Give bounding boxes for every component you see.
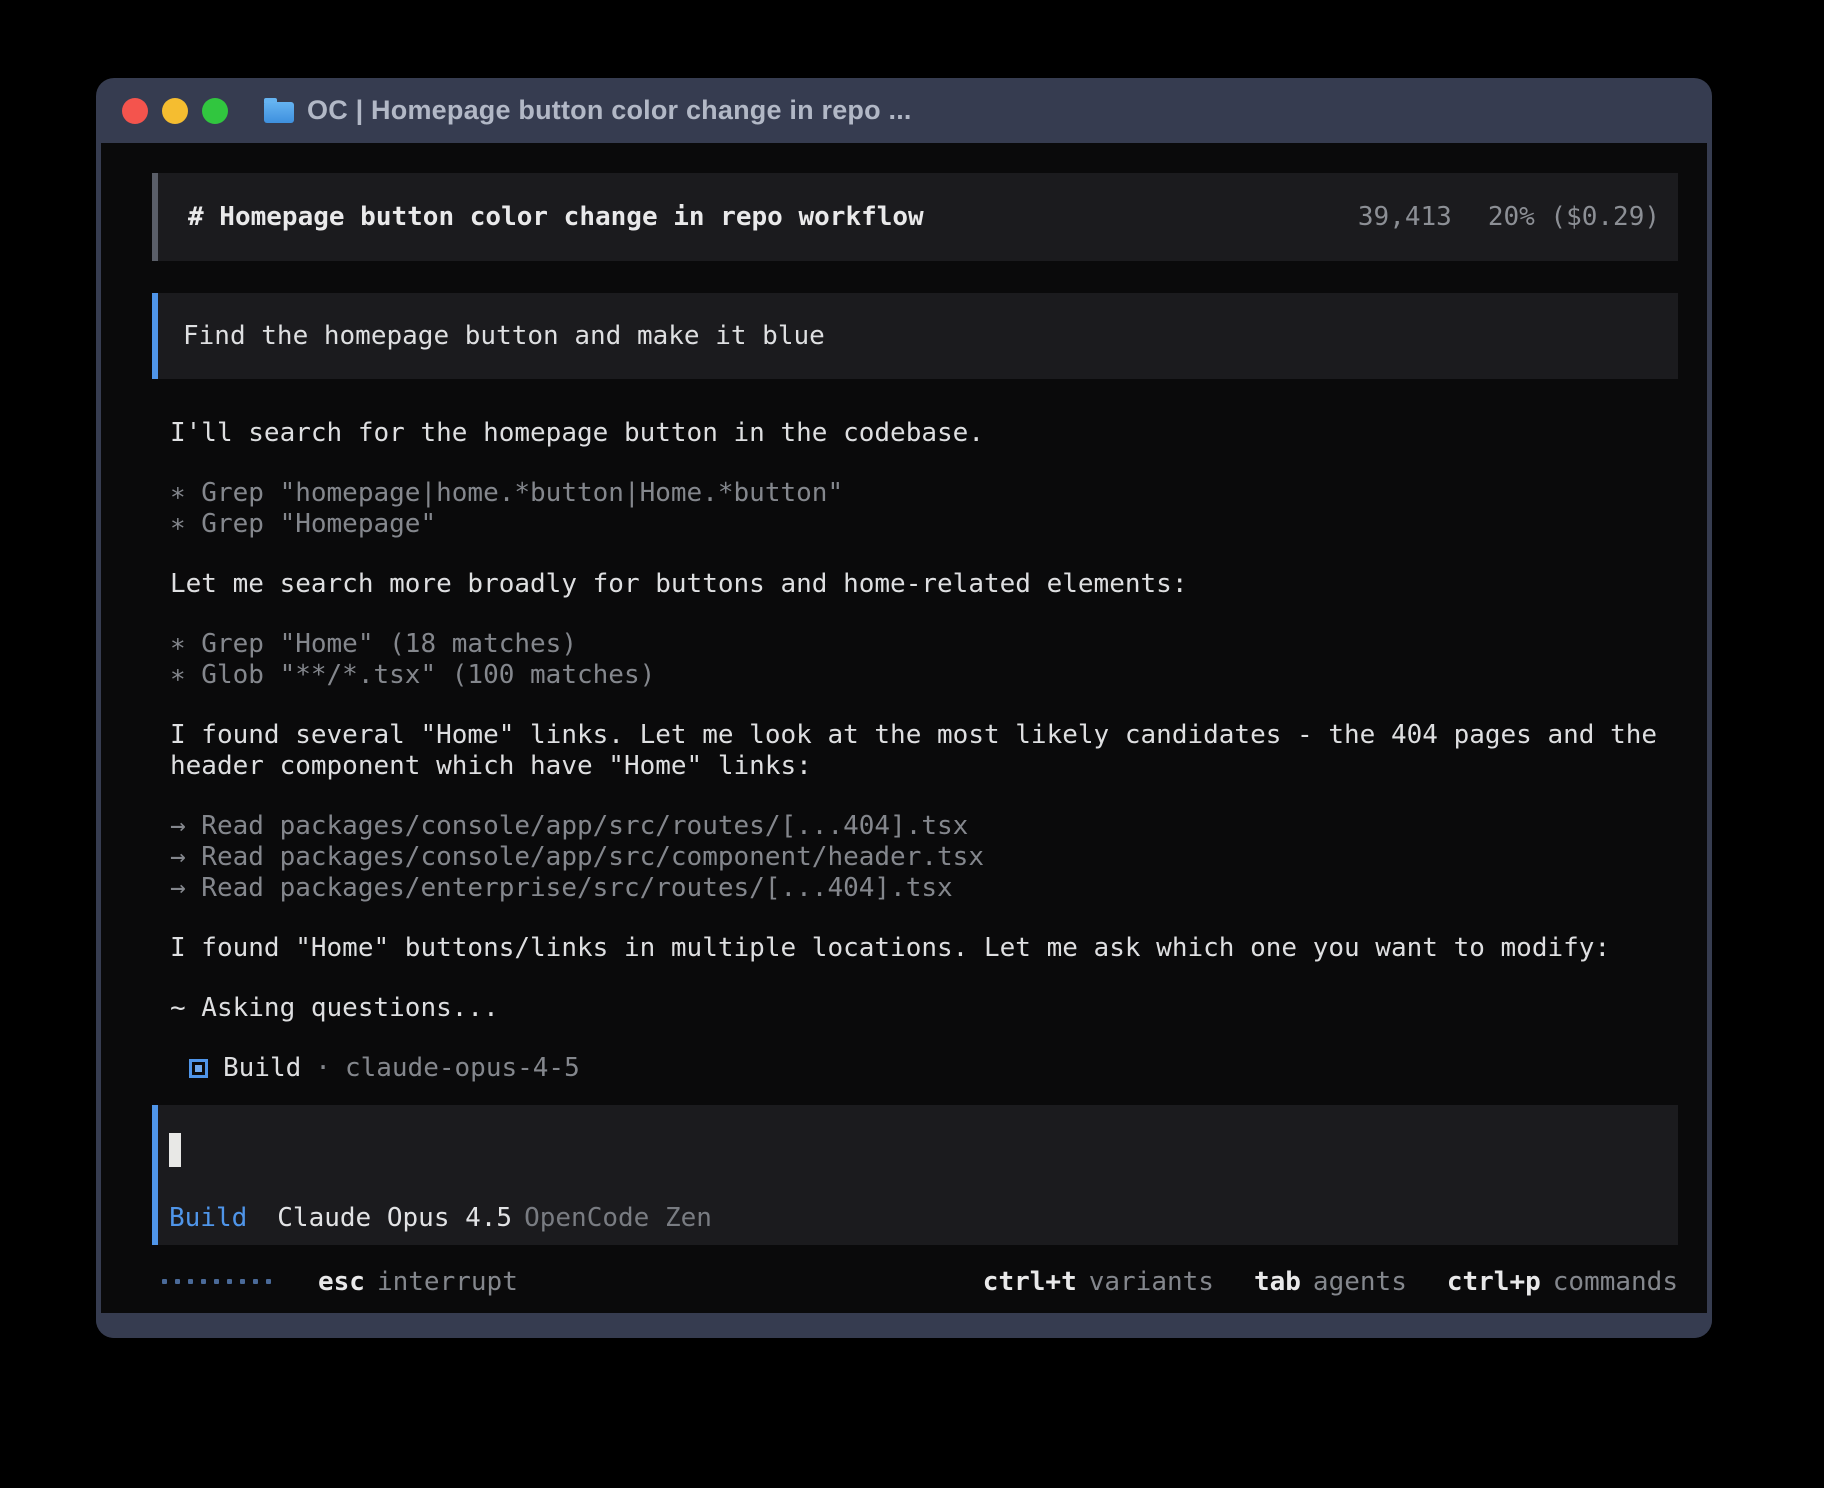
text-line: → Read packages/console/app/src/routes/[… — [170, 811, 1678, 842]
folder-icon — [264, 102, 294, 123]
key-label: agents — [1313, 1267, 1407, 1297]
token-count: 39,413 — [1358, 202, 1452, 232]
tool-call-group: → Read packages/console/app/src/routes/[… — [170, 811, 1678, 904]
agent-status-line: Build · claude-opus-4-5 — [189, 1053, 1678, 1084]
key: ctrl+t — [983, 1267, 1077, 1297]
text-line: Let me search more broadly for buttons a… — [170, 569, 1678, 600]
tool-call-group: ∗ Grep "Home" (18 matches)∗ Glob "**/*.t… — [170, 629, 1678, 691]
spinner-dot — [266, 1279, 271, 1284]
spinner-dot — [175, 1279, 180, 1284]
text-line: ∗ Glob "**/*.tsx" (100 matches) — [170, 660, 1678, 691]
key-esc: esc — [318, 1267, 365, 1297]
text-line: ∗ Grep "homepage|home.*button|Home.*butt… — [170, 478, 1678, 509]
spinner-dot — [240, 1279, 245, 1284]
shortcut-esc: esc interrupt — [318, 1267, 518, 1297]
assistant-text: Let me search more broadly for buttons a… — [170, 569, 1678, 600]
session-title: # Homepage button color change in repo w… — [188, 202, 924, 232]
key: tab — [1254, 1267, 1301, 1297]
tool-call-group: ∗ Grep "homepage|home.*button|Home.*butt… — [170, 478, 1678, 540]
text-cursor — [169, 1133, 181, 1167]
spinner-dot — [188, 1279, 193, 1284]
context-usage: 20% ($0.29) — [1488, 202, 1660, 232]
key-label: variants — [1089, 1267, 1214, 1297]
window-title: OC | Homepage button color change in rep… — [307, 95, 912, 126]
text-line: → Read packages/console/app/src/componen… — [170, 842, 1678, 873]
conversation: I'll search for the homepage button in t… — [170, 418, 1678, 1053]
text-line: header component which have "Home" links… — [170, 751, 1678, 782]
shortcut-tab: tab agents — [1254, 1267, 1407, 1297]
spinner-dot — [162, 1279, 167, 1284]
status-bar-right: ctrl+t variants tab agents ctrl+p commands — [943, 1267, 1678, 1297]
spinner-dot — [214, 1279, 219, 1284]
text-line: I'll search for the homepage button in t… — [170, 418, 1678, 449]
assistant-text: I'll search for the homepage button in t… — [170, 418, 1678, 449]
status-bar: esc interrupt ctrl+tvariantstabagentsctr… — [152, 1266, 1678, 1297]
agent-model: claude-opus-4-5 — [345, 1053, 580, 1084]
window-footer — [96, 1313, 1712, 1338]
assistant-text: ~ Asking questions... — [170, 993, 1678, 1024]
key: ctrl+p — [1447, 1267, 1541, 1297]
text-line: → Read packages/enterprise/src/routes/[.… — [170, 873, 1678, 904]
key-label: commands — [1553, 1267, 1678, 1297]
input-meta: Build Claude Opus 4.5 OpenCode Zen — [169, 1203, 1678, 1233]
terminal-content: # Homepage button color change in repo w… — [101, 143, 1707, 1313]
text-line: ∗ Grep "Homepage" — [170, 509, 1678, 540]
shortcut-ctrl-t: ctrl+t variants — [983, 1267, 1214, 1297]
text-line: I found "Home" buttons/links in multiple… — [170, 933, 1678, 964]
session-metrics: 39,413 20% ($0.29) — [1358, 202, 1660, 232]
input-provider: OpenCode Zen — [524, 1203, 712, 1233]
assistant-text: I found "Home" buttons/links in multiple… — [170, 933, 1678, 964]
titlebar: OC | Homepage button color change in rep… — [96, 78, 1712, 143]
shortcut-ctrl-p: ctrl+p commands — [1447, 1267, 1678, 1297]
spinner — [162, 1279, 279, 1284]
terminal-window: OC | Homepage button color change in rep… — [96, 78, 1712, 1338]
user-message: Find the homepage button and make it blu… — [152, 293, 1678, 379]
input-model[interactable]: Claude Opus 4.5 — [277, 1203, 512, 1233]
zoom-button[interactable] — [202, 98, 228, 124]
session-header: # Homepage button color change in repo w… — [152, 173, 1678, 261]
close-button[interactable] — [122, 98, 148, 124]
text-line: ∗ Grep "Home" (18 matches) — [170, 629, 1678, 660]
input-mode[interactable]: Build — [169, 1203, 247, 1233]
spinner-dot — [227, 1279, 232, 1284]
text-line: I found several "Home" links. Let me loo… — [170, 720, 1678, 751]
agent-separator: · — [315, 1053, 331, 1084]
text-line: ~ Asking questions... — [170, 993, 1678, 1024]
user-message-text: Find the homepage button and make it blu… — [183, 321, 825, 351]
spinner-dot — [253, 1279, 258, 1284]
assistant-text: I found several "Home" links. Let me loo… — [170, 720, 1678, 782]
minimize-button[interactable] — [162, 98, 188, 124]
spinner-dot — [201, 1279, 206, 1284]
prompt-input[interactable]: Build Claude Opus 4.5 OpenCode Zen — [152, 1105, 1678, 1245]
agent-name: Build — [223, 1053, 301, 1084]
square-in-square-icon — [189, 1059, 208, 1078]
key-esc-label: interrupt — [377, 1267, 518, 1297]
